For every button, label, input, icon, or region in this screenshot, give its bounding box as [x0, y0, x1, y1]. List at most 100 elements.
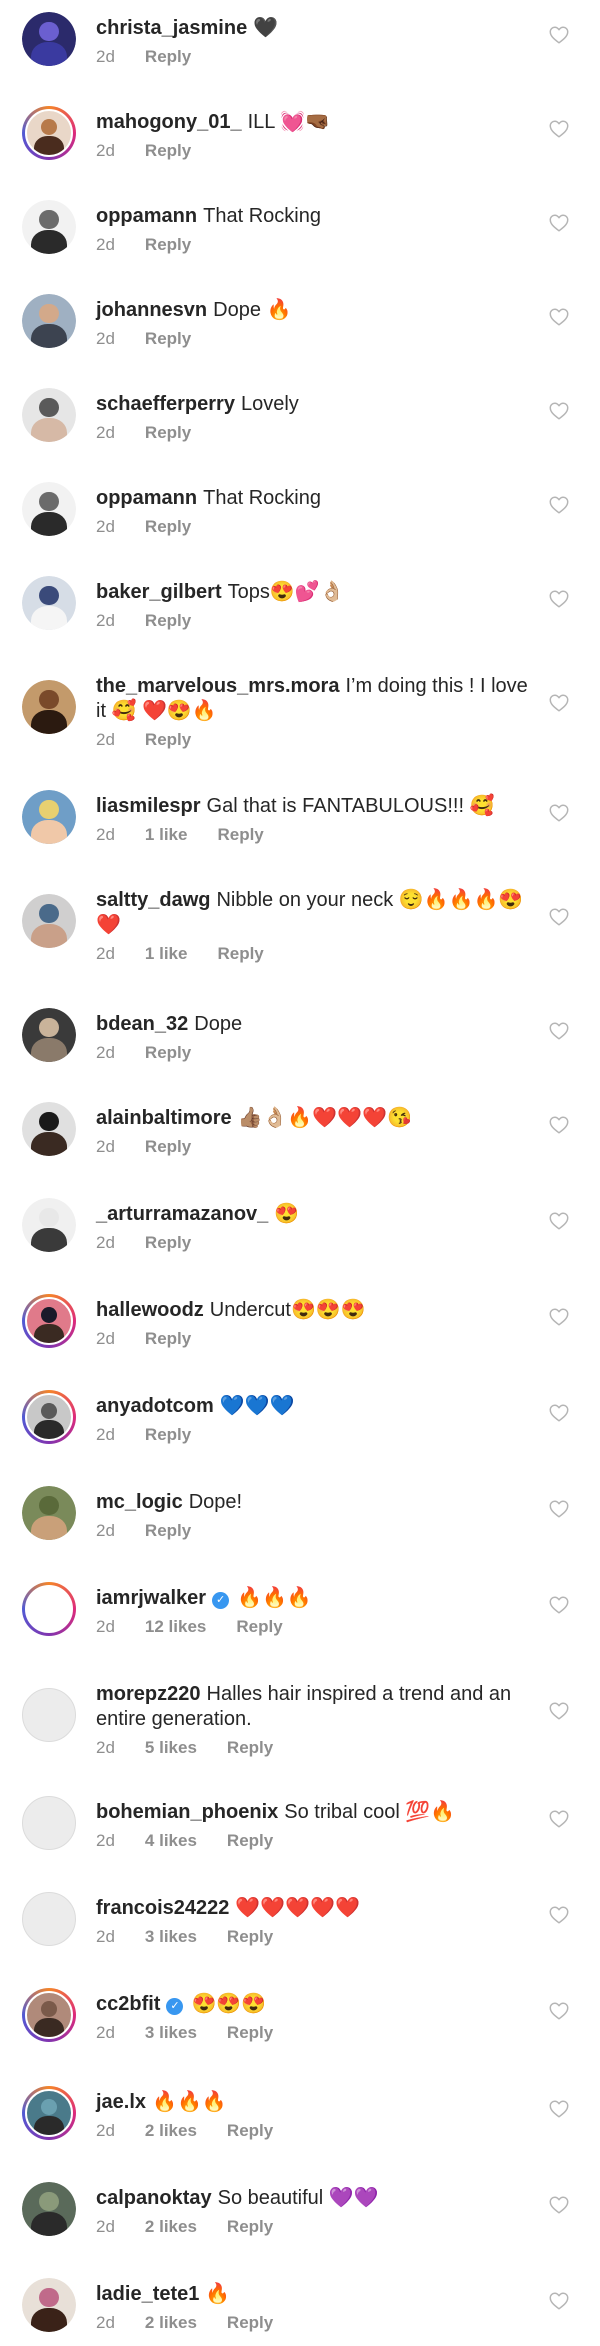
heart-outline-icon[interactable]: [548, 1210, 570, 1232]
reply-button[interactable]: Reply: [145, 1329, 191, 1348]
avatar[interactable]: [22, 680, 76, 734]
avatar[interactable]: [22, 1486, 76, 1540]
reply-button[interactable]: Reply: [227, 2217, 273, 2236]
avatar[interactable]: [22, 894, 76, 948]
avatar[interactable]: [22, 1390, 76, 1444]
username-link[interactable]: liasmilespr: [96, 795, 201, 817]
username-link[interactable]: schaefferperry: [96, 393, 235, 415]
avatar[interactable]: [22, 1988, 76, 2042]
reply-button[interactable]: Reply: [145, 730, 191, 749]
avatar[interactable]: [22, 2182, 76, 2236]
username-link[interactable]: baker_gilbert: [96, 581, 222, 603]
username-link[interactable]: saltty_dawg: [96, 889, 210, 911]
reply-button[interactable]: Reply: [227, 1831, 273, 1850]
heart-outline-icon[interactable]: [548, 1306, 570, 1328]
avatar[interactable]: [22, 1198, 76, 1252]
like-count[interactable]: 5 likes: [145, 1738, 197, 1757]
username-link[interactable]: alainbaltimore: [96, 1107, 232, 1129]
heart-outline-icon[interactable]: [548, 588, 570, 610]
avatar[interactable]: [22, 12, 76, 66]
reply-button[interactable]: Reply: [145, 1425, 191, 1444]
like-count[interactable]: 2 likes: [145, 2217, 197, 2236]
reply-button[interactable]: Reply: [145, 611, 191, 630]
avatar[interactable]: [22, 2086, 76, 2140]
like-count[interactable]: 1 like: [145, 944, 188, 963]
heart-outline-icon[interactable]: [548, 400, 570, 422]
avatar[interactable]: [22, 1008, 76, 1062]
reply-button[interactable]: Reply: [145, 1137, 191, 1156]
username-link[interactable]: _arturramazanov_: [96, 1203, 268, 1225]
heart-outline-icon[interactable]: [548, 692, 570, 714]
like-count[interactable]: 4 likes: [145, 1831, 197, 1850]
username-link[interactable]: christa_jasmine: [96, 17, 247, 39]
heart-outline-icon[interactable]: [548, 1114, 570, 1136]
username-link[interactable]: calpanoktay: [96, 2187, 212, 2209]
username-link[interactable]: ladie_tete1: [96, 2283, 199, 2305]
heart-outline-icon[interactable]: [548, 24, 570, 46]
avatar[interactable]: [22, 1294, 76, 1348]
heart-outline-icon[interactable]: [548, 1020, 570, 1042]
avatar[interactable]: [22, 200, 76, 254]
like-count[interactable]: 1 like: [145, 825, 188, 844]
reply-button[interactable]: Reply: [236, 1617, 282, 1636]
reply-button[interactable]: Reply: [217, 944, 263, 963]
heart-outline-icon[interactable]: [548, 802, 570, 824]
heart-outline-icon[interactable]: [548, 494, 570, 516]
username-link[interactable]: johannesvn: [96, 299, 207, 321]
username-link[interactable]: bohemian_phoenix: [96, 1801, 278, 1823]
heart-outline-icon[interactable]: [548, 1808, 570, 1830]
reply-button[interactable]: Reply: [227, 1927, 273, 1946]
heart-outline-icon[interactable]: [548, 1498, 570, 1520]
heart-outline-icon[interactable]: [548, 2194, 570, 2216]
heart-outline-icon[interactable]: [548, 118, 570, 140]
reply-button[interactable]: Reply: [217, 825, 263, 844]
avatar[interactable]: [22, 1688, 76, 1742]
reply-button[interactable]: Reply: [145, 423, 191, 442]
reply-button[interactable]: Reply: [145, 329, 191, 348]
reply-button[interactable]: Reply: [145, 1521, 191, 1540]
avatar[interactable]: [22, 2278, 76, 2332]
username-link[interactable]: anyadotcom: [96, 1395, 214, 1417]
username-link[interactable]: hallewoodz: [96, 1299, 204, 1321]
avatar[interactable]: [22, 1892, 76, 1946]
avatar[interactable]: [22, 388, 76, 442]
reply-button[interactable]: Reply: [227, 2121, 273, 2140]
heart-outline-icon[interactable]: [548, 212, 570, 234]
heart-outline-icon[interactable]: [548, 1594, 570, 1616]
avatar[interactable]: [22, 1102, 76, 1156]
reply-button[interactable]: Reply: [145, 235, 191, 254]
heart-outline-icon[interactable]: [548, 1402, 570, 1424]
username-link[interactable]: mahogony_01_: [96, 111, 242, 133]
avatar[interactable]: [22, 482, 76, 536]
heart-outline-icon[interactable]: [548, 1904, 570, 1926]
heart-outline-icon[interactable]: [548, 306, 570, 328]
reply-button[interactable]: Reply: [145, 141, 191, 160]
username-link[interactable]: bdean_32: [96, 1013, 188, 1035]
avatar[interactable]: [22, 576, 76, 630]
username-link[interactable]: oppamann: [96, 205, 197, 227]
reply-button[interactable]: Reply: [145, 517, 191, 536]
username-link[interactable]: the_marvelous_mrs.mora: [96, 675, 339, 697]
reply-button[interactable]: Reply: [227, 1738, 273, 1757]
reply-button[interactable]: Reply: [227, 2023, 273, 2042]
avatar[interactable]: [22, 1796, 76, 1850]
username-link[interactable]: jae.lx: [96, 2091, 146, 2113]
avatar[interactable]: [22, 294, 76, 348]
like-count[interactable]: 2 likes: [145, 2121, 197, 2140]
username-link[interactable]: mc_logic: [96, 1491, 183, 1513]
username-link[interactable]: iamrjwalker: [96, 1587, 206, 1609]
like-count[interactable]: 12 likes: [145, 1617, 206, 1636]
avatar[interactable]: [22, 1582, 76, 1636]
reply-button[interactable]: Reply: [227, 2313, 273, 2332]
heart-outline-icon[interactable]: [548, 1700, 570, 1722]
heart-outline-icon[interactable]: [548, 2290, 570, 2312]
like-count[interactable]: 3 likes: [145, 1927, 197, 1946]
reply-button[interactable]: Reply: [145, 1043, 191, 1062]
username-link[interactable]: cc2bfit: [96, 1993, 160, 2015]
reply-button[interactable]: Reply: [145, 47, 191, 66]
reply-button[interactable]: Reply: [145, 1233, 191, 1252]
username-link[interactable]: oppamann: [96, 487, 197, 509]
heart-outline-icon[interactable]: [548, 906, 570, 928]
username-link[interactable]: francois24222: [96, 1897, 229, 1919]
avatar[interactable]: [22, 106, 76, 160]
